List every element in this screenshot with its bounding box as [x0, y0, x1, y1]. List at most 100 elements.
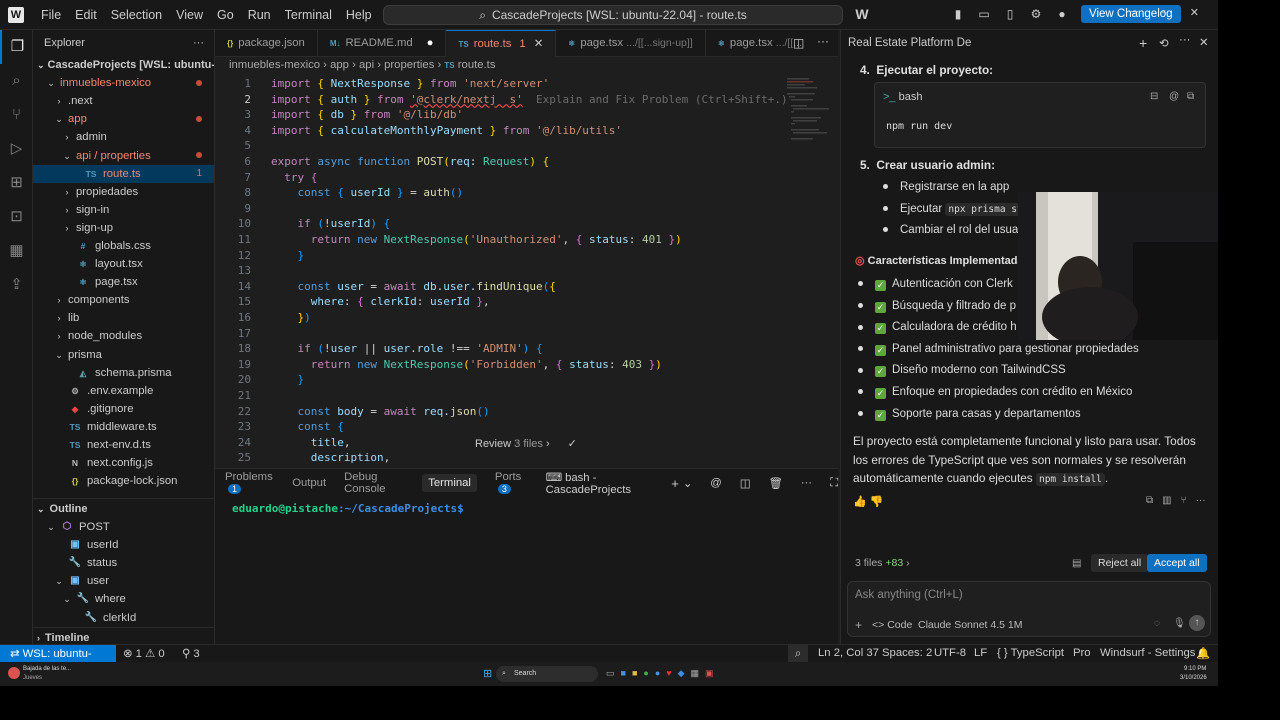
source-control-icon[interactable]: ⑂: [0, 98, 33, 132]
tree-item[interactable]: # globals.css: [33, 237, 214, 255]
menu-terminal[interactable]: Terminal: [278, 8, 339, 22]
outline-section-header[interactable]: ⌄ Outline: [33, 498, 214, 518]
windsurf-settings[interactable]: Windsurf - Settings: [1100, 647, 1195, 659]
clock-time[interactable]: 9:10 PM: [1184, 666, 1206, 672]
encoding[interactable]: UTF-8: [934, 647, 966, 659]
maximize-panel-icon[interactable]: ⛶: [830, 477, 838, 490]
remote-explorer-icon[interactable]: ⊡: [0, 200, 33, 234]
thumbs-up-icon[interactable]: 👍: [853, 496, 867, 508]
outline-item[interactable]: ⌄ ⬡ POST: [33, 518, 214, 536]
tree-item[interactable]: ⌄ inmuebles-mexico: [33, 74, 214, 92]
outline-item[interactable]: ▣ userId: [33, 536, 214, 554]
unsaved-dot-icon[interactable]: ●: [427, 37, 434, 49]
more-actions-icon[interactable]: ···: [1179, 34, 1191, 46]
menu-file[interactable]: File: [34, 8, 68, 22]
breadcrumb-item[interactable]: properties: [384, 59, 434, 71]
tree-item[interactable]: TS route.ts 1: [33, 164, 214, 183]
trash-icon[interactable]: 🗑: [768, 477, 782, 490]
weather-line1[interactable]: Bajada de las te...: [23, 666, 71, 672]
terminal-output[interactable]: eduardo@pistache:~/CascadeProjects$: [215, 497, 838, 520]
start-icon[interactable]: ⊞: [483, 667, 492, 680]
breadcrumb-item[interactable]: route.ts: [458, 59, 496, 71]
taskbar-search[interactable]: ⌕ Search: [496, 666, 598, 682]
tree-item[interactable]: ⚙ .env.example: [33, 382, 214, 400]
bookmark-icon[interactable]: ▥: [1162, 495, 1171, 506]
file-icon[interactable]: ▤: [1072, 558, 1081, 569]
maximize-icon[interactable]: ▫: [1162, 6, 1166, 19]
more-actions-icon[interactable]: ···: [193, 30, 204, 56]
indentation[interactable]: Spaces: 2: [882, 647, 932, 659]
review-changes-bar[interactable]: Review 3 files › ✓: [475, 437, 577, 450]
app-icon[interactable]: ♥: [666, 668, 671, 679]
tree-item[interactable]: ◆ .gitignore: [33, 400, 214, 418]
tree-item[interactable]: › admin: [33, 128, 214, 146]
problems-status[interactable]: ⊗ 1 ⚠ 0: [123, 647, 165, 660]
toggle-panel-icon[interactable]: ▭: [977, 7, 991, 21]
split-terminal-icon[interactable]: ◫: [740, 477, 751, 490]
more-actions-icon[interactable]: ···: [817, 34, 829, 48]
tree-item[interactable]: TS next-env.d.ts: [33, 436, 214, 454]
tree-item[interactable]: › sign-in: [33, 201, 214, 219]
tab-terminal[interactable]: Terminal: [422, 474, 477, 492]
chat-title[interactable]: Real Estate Platform De: [848, 37, 971, 49]
chrome-app-icon[interactable]: ●: [643, 668, 648, 679]
branch-icon[interactable]: ⑂: [1181, 495, 1187, 506]
more-actions-icon[interactable]: ···: [1196, 495, 1206, 506]
line-ending[interactable]: LF: [974, 647, 987, 659]
tab-package-json[interactable]: {} package.json: [215, 30, 318, 57]
vscode-app-icon[interactable]: ◆: [678, 668, 685, 679]
remote-indicator[interactable]: ⇄ WSL: ubuntu-22.04: [0, 645, 116, 678]
containers-icon[interactable]: ▦: [0, 234, 33, 268]
new-terminal-icon[interactable]: +: [671, 476, 679, 491]
tree-item[interactable]: ⌄ app: [33, 110, 214, 128]
history-icon[interactable]: ⟲: [1159, 36, 1169, 50]
account-icon[interactable]: ●: [1055, 7, 1069, 21]
tab-signup-page[interactable]: ⚛ page.tsx .../[[...sign-up]]: [556, 30, 706, 57]
files-changed[interactable]: 3 files +83 ›: [855, 557, 910, 569]
menu-view[interactable]: View: [169, 8, 210, 22]
new-chat-icon[interactable]: +: [1139, 35, 1147, 51]
tree-item[interactable]: › lib: [33, 309, 214, 327]
language-mode[interactable]: { } TypeScript: [997, 647, 1064, 659]
tab-debug-console[interactable]: Debug Console: [344, 471, 404, 495]
split-editor-icon[interactable]: ◫: [793, 36, 804, 50]
breadcrumb-item[interactable]: api: [359, 59, 374, 71]
menu-help[interactable]: Help: [339, 8, 379, 22]
outline-item[interactable]: 🔧 status: [33, 554, 214, 572]
tab-problems[interactable]: Problems1: [225, 471, 274, 495]
app-icon[interactable]: ▦: [691, 668, 700, 679]
breadcrumb-item[interactable]: inmuebles-mexico: [229, 59, 320, 71]
ports-status[interactable]: ⚲ 3: [182, 647, 200, 660]
accept-all-button[interactable]: Accept all: [1147, 554, 1207, 572]
chat-input-box[interactable]: Ask anything (Ctrl+L) + <> Code Claude S…: [847, 581, 1211, 637]
add-context-icon[interactable]: +: [855, 618, 862, 632]
tab-route-ts[interactable]: TS route.ts 1 ✕: [446, 30, 557, 57]
tab-readme[interactable]: M↓ README.md ●: [318, 30, 447, 57]
explorer-app-icon[interactable]: ■: [621, 668, 626, 679]
outline-item[interactable]: ⌄ 🔧 where: [33, 590, 214, 608]
copy-icon[interactable]: ⧉: [1146, 495, 1153, 506]
explorer-icon[interactable]: ❐: [0, 30, 33, 64]
copy-icon[interactable]: ⧉: [1187, 91, 1194, 102]
active-app-icon[interactable]: ▣: [705, 668, 714, 679]
minimize-icon[interactable]: ─: [1130, 6, 1138, 19]
toggle-sidebar-icon[interactable]: ▮: [951, 7, 965, 21]
command-center[interactable]: ⌕ CascadeProjects [WSL: ubuntu-22.04] - r…: [383, 5, 843, 25]
reject-all-button[interactable]: Reject all: [1091, 554, 1149, 572]
windsurf-icon[interactable]: W: [855, 7, 869, 21]
mode-selector[interactable]: <> Code: [872, 619, 912, 631]
tree-item[interactable]: ⌄ prisma: [33, 346, 214, 364]
tree-item[interactable]: Nnext.config.js: [33, 454, 214, 472]
tree-item[interactable]: ⚛ layout.tsx: [33, 255, 214, 273]
tree-item[interactable]: {} package-lock.json: [33, 472, 214, 490]
extensions-icon[interactable]: ⊞: [0, 166, 33, 200]
tree-item[interactable]: ⚛ page.tsx: [33, 273, 214, 291]
run-debug-icon[interactable]: ▷: [0, 132, 33, 166]
outline-item[interactable]: 🔧 clerkId: [33, 608, 214, 626]
edge-app-icon[interactable]: ●: [655, 668, 660, 679]
deploy-icon[interactable]: ⇪: [0, 268, 33, 302]
task-view-icon[interactable]: ▭: [606, 668, 615, 679]
inline-hint[interactable]: Explain and Fix Problem (Ctrl+Shift+.): [536, 93, 788, 106]
tree-item[interactable]: › propiedades: [33, 183, 214, 201]
tab-ports[interactable]: Ports3: [495, 471, 528, 495]
